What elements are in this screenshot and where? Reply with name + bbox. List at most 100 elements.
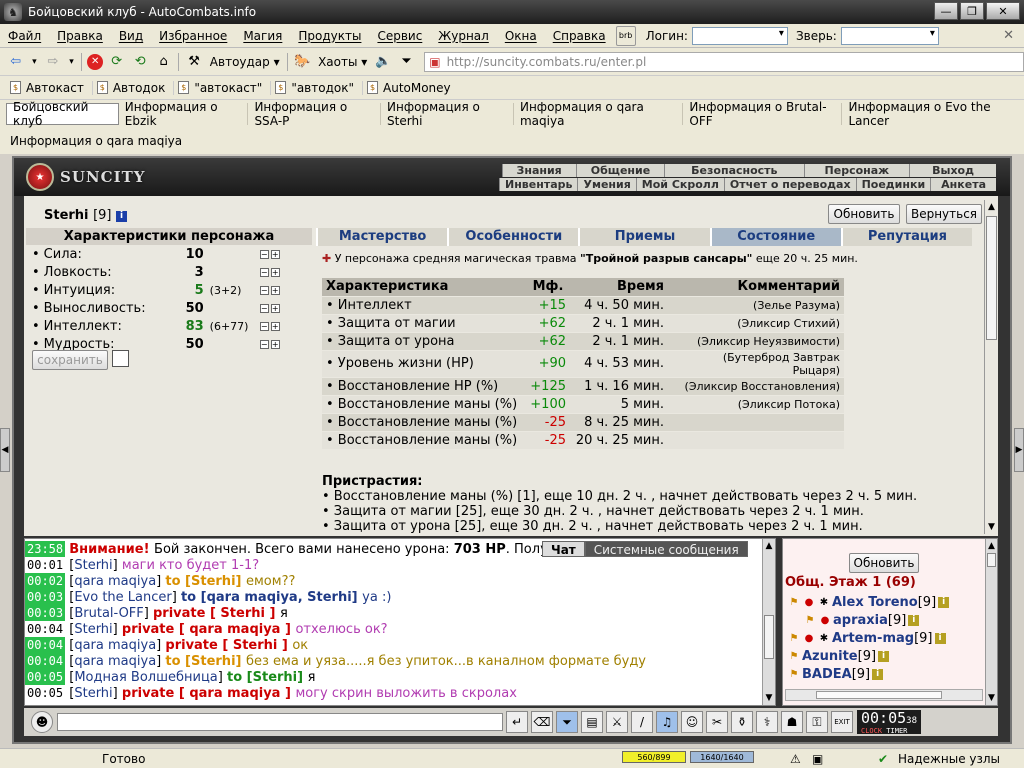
potion-icon[interactable]: ⚱	[731, 711, 753, 733]
tools-icon[interactable]: ⚒	[184, 52, 203, 72]
online-user[interactable]: ⚑ BADEA [9] i	[787, 667, 884, 682]
scroll-thumb[interactable]	[986, 216, 997, 340]
chat-fragment[interactable]: Модная Волшебница	[74, 670, 217, 685]
stop-icon[interactable]: ✕	[87, 53, 103, 70]
user-name[interactable]: Alex Toreno	[832, 595, 918, 610]
fav-autodoc-quoted[interactable]: $ "автодок"	[271, 80, 363, 95]
translit-icon[interactable]: /	[631, 711, 653, 733]
chat-time[interactable]: 00:03	[25, 589, 66, 605]
friends-icon[interactable]: ☗	[781, 711, 803, 733]
tab-features[interactable]: Особенности	[447, 228, 579, 246]
refresh-button[interactable]: Обновить	[828, 204, 900, 224]
filter-icon[interactable]: ⏷	[556, 711, 578, 733]
tab-fight-club[interactable]: Бойцовский клуб	[6, 100, 119, 128]
chat-fragment[interactable]: Sterhi	[74, 558, 112, 573]
alert-icon[interactable]: ⚠	[790, 752, 801, 766]
chat-time[interactable]: 00:03	[25, 605, 66, 621]
menu-file[interactable]: Файл	[0, 29, 49, 43]
minus-icon[interactable]: −	[259, 321, 269, 331]
chat-time[interactable]: 00:05	[25, 685, 66, 701]
scissors-icon[interactable]: ✂	[706, 711, 728, 733]
tab-info-qara-maqiya-2[interactable]: Информация о qara maqiya	[10, 134, 182, 148]
private-flag-icon[interactable]: ⚑	[787, 633, 801, 645]
menu-windows[interactable]: Окна	[497, 29, 545, 43]
chat-time[interactable]: 00:04	[25, 621, 66, 637]
user-name[interactable]: BADEA	[802, 667, 852, 682]
chaos-button[interactable]: Хаоты ▾	[314, 55, 371, 69]
clear-icon[interactable]: ⌫	[531, 711, 553, 733]
scroll-up-icon[interactable]: ▲	[763, 539, 775, 553]
fav-automoney[interactable]: $ AutoMoney	[363, 81, 459, 95]
plus-icon[interactable]: +	[270, 303, 280, 313]
chat-time[interactable]: 00:04	[25, 653, 66, 669]
tab-mastery[interactable]: Мастерство	[316, 228, 448, 246]
tab-info-sterhi[interactable]: Информация о Sterhi	[381, 100, 514, 128]
menu-magic[interactable]: Магия	[235, 29, 290, 43]
tab-techniques[interactable]: Приемы	[578, 228, 710, 246]
fight-icon[interactable]: ⚔	[606, 711, 628, 733]
fav-autocast-quoted[interactable]: $ "автокаст"	[174, 80, 272, 95]
nav-my-scroll[interactable]: Мой Скролл	[635, 178, 724, 191]
plus-icon[interactable]: +	[270, 339, 280, 349]
left-panel-arrow[interactable]: ◀	[0, 428, 10, 472]
user-name[interactable]: Azunite	[802, 649, 858, 664]
private-flag-icon[interactable]: ⚑	[787, 651, 801, 663]
right-panel-arrow[interactable]: ▶	[1014, 428, 1024, 472]
network-icon[interactable]: ▣	[812, 752, 823, 766]
menu-favorites[interactable]: Избранное	[151, 29, 235, 43]
user-name[interactable]: apraxia	[833, 613, 888, 628]
nav-communication[interactable]: Общение	[575, 164, 664, 177]
back-dropdown-icon[interactable]: ▾	[29, 52, 39, 72]
close-tab-icon[interactable]: ✕	[1003, 28, 1014, 43]
chat-fragment[interactable]: Brutal-OFF	[74, 606, 143, 621]
save-stats-button[interactable]: сохранить	[32, 350, 108, 370]
menu-help[interactable]: Справка	[545, 29, 614, 43]
music-icon[interactable]: ♫	[656, 711, 678, 733]
nav-fights[interactable]: Поединки	[855, 178, 931, 191]
fav-autodoc[interactable]: $ Автодок	[93, 80, 175, 95]
tab-info-qara-maqiya[interactable]: Информация о qara maqiya	[514, 100, 684, 128]
online-refresh-button[interactable]: Обновить	[849, 553, 919, 573]
nav-skills[interactable]: Умения	[577, 178, 635, 191]
save-checkbox[interactable]	[112, 350, 129, 367]
chat-fragment[interactable]: Evo the Lancer	[74, 590, 171, 605]
chat-time[interactable]: 23:58	[25, 541, 66, 557]
plus-icon[interactable]: +	[270, 267, 280, 277]
online-user[interactable]: ⚑ ● ✱ Artem-mag [9] i	[787, 631, 946, 646]
maximize-button[interactable]: ❐	[960, 2, 984, 20]
tab-system-messages[interactable]: Системные сообщения	[584, 541, 748, 557]
filter-icon[interactable]: ⏷	[397, 52, 416, 72]
nav-inventory[interactable]: Инвентарь	[499, 178, 577, 191]
minus-icon[interactable]: −	[259, 339, 269, 349]
chat-scrollbar[interactable]: ▲ ▼	[762, 539, 775, 705]
scroll-down-icon[interactable]: ▼	[985, 520, 998, 534]
private-flag-icon[interactable]: ⚑	[803, 615, 817, 627]
save-log-icon[interactable]: ▤	[581, 711, 603, 733]
menu-service[interactable]: Сервис	[369, 29, 430, 43]
scroll-down-icon[interactable]: ▼	[763, 691, 775, 705]
close-button[interactable]: ✕	[986, 2, 1020, 20]
chat-time[interactable]: 00:05	[25, 669, 66, 685]
tab-state[interactable]: Состояние	[709, 228, 841, 246]
chat-fragment[interactable]: qara maqiya	[74, 638, 156, 653]
beast-combo[interactable]	[840, 26, 939, 45]
chat-time[interactable]: 00:04	[25, 637, 66, 653]
online-user[interactable]: ⚑ ● apraxia [9] i	[787, 613, 920, 628]
minimize-button[interactable]: —	[934, 2, 958, 20]
send-icon[interactable]: ↵	[506, 711, 528, 733]
menu-products[interactable]: Продукты	[290, 29, 369, 43]
brb-icon[interactable]: brb	[615, 25, 636, 46]
tab-info-ebzik[interactable]: Информация о Ebzik	[119, 100, 249, 128]
plus-icon[interactable]: +	[270, 249, 280, 259]
user-info-icon[interactable]: i	[938, 597, 950, 608]
nav-transfers[interactable]: Отчет о переводах	[723, 178, 856, 191]
scroll-down-icon[interactable]: ▼	[986, 691, 997, 705]
scroll-icon[interactable]: ⚕	[756, 711, 778, 733]
refresh-icon[interactable]: ⟳	[107, 52, 126, 72]
plus-icon[interactable]: +	[270, 285, 280, 295]
minus-icon[interactable]: −	[259, 249, 269, 259]
tab-info-brutal-off[interactable]: Информация о Brutal-OFF	[683, 100, 843, 128]
character-name[interactable]: Sterhi	[44, 208, 89, 223]
online-scrollbar[interactable]: ▲ ▼	[985, 539, 997, 705]
online-user[interactable]: ⚑ Azunite [9] i	[787, 649, 890, 664]
